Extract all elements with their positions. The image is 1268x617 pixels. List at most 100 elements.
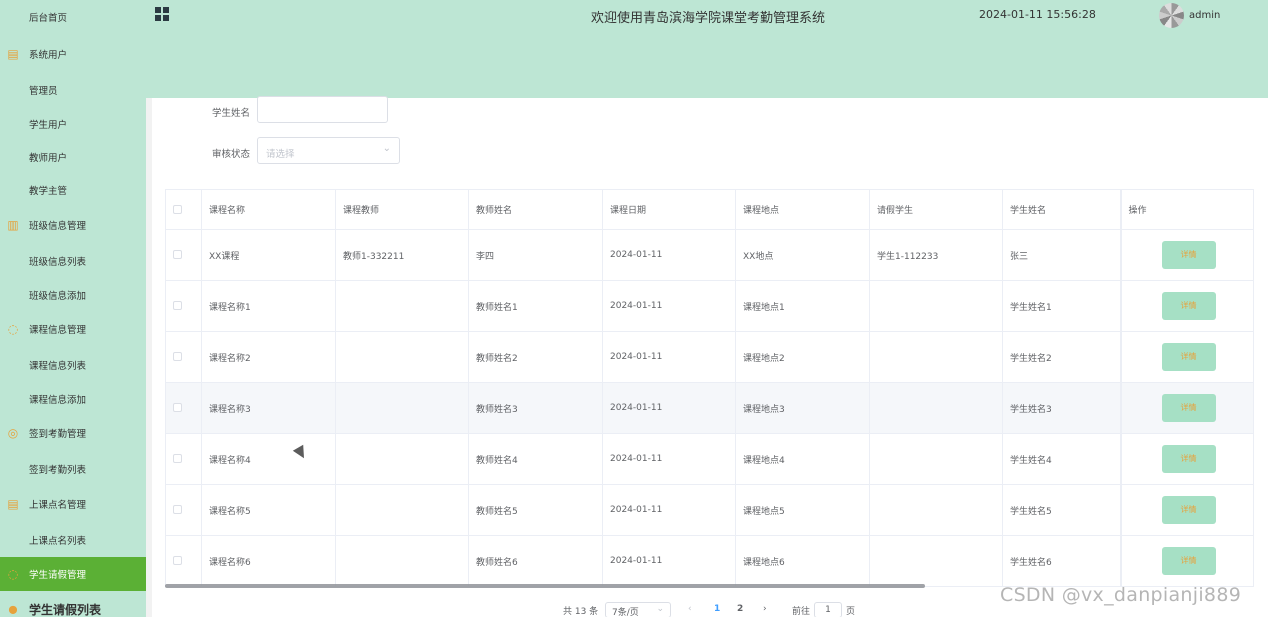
- location-icon: ⬤: [8, 604, 18, 614]
- table-row[interactable]: 课程名称4 教师姓名4 2024-01-11 课程地点4 学生姓名4 详情: [165, 433, 1254, 485]
- row-checkbox[interactable]: [173, 250, 182, 259]
- action-cell: 详情: [1119, 433, 1254, 485]
- table-row[interactable]: 课程名称5 教师姓名5 2024-01-11 课程地点5 学生姓名5 详情: [165, 484, 1254, 536]
- table-cell: 学生姓名5: [1002, 484, 1121, 536]
- table-cell: 课程名称6: [201, 535, 336, 587]
- sidebar-item-label: 班级信息添加: [29, 291, 87, 302]
- sidebar-item-8[interactable]: 班级信息添加: [0, 278, 146, 312]
- horizontal-scrollbar[interactable]: [165, 584, 925, 588]
- bar-chart-icon: ▥: [7, 218, 19, 232]
- sidebar-item-16[interactable]: ◌ 学生请假管理: [0, 557, 146, 591]
- sidebar-item-9[interactable]: ◌ 课程信息管理: [0, 312, 146, 346]
- sidebar-item-label: 上课点名管理: [29, 500, 87, 511]
- sidebar-item-15[interactable]: 上课点名列表: [0, 523, 146, 557]
- detail-button[interactable]: 详情: [1161, 547, 1216, 575]
- user-avatar[interactable]: [1159, 3, 1184, 28]
- table-cell: 学生姓名4: [1002, 433, 1121, 485]
- table-cell: 课程地点1: [735, 280, 870, 332]
- action-cell: 详情: [1119, 229, 1254, 281]
- username[interactable]: admin: [1189, 10, 1220, 21]
- table-cell: 2024-01-11: [602, 382, 736, 434]
- row-checkbox[interactable]: [173, 454, 182, 463]
- row-select-cell: [165, 484, 202, 536]
- row-checkbox[interactable]: [173, 301, 182, 310]
- leave-table: 课程名称 课程教师 教师姓名 课程日期 课程地点 请假学生 学生姓名 操作 XX课程 教师1-3…: [165, 189, 1254, 587]
- page-size-value: 7条/页: [612, 608, 639, 617]
- detail-button[interactable]: 详情: [1161, 343, 1216, 371]
- detail-button[interactable]: 详情: [1161, 394, 1216, 422]
- row-checkbox[interactable]: [173, 352, 182, 361]
- detail-button[interactable]: 详情: [1161, 241, 1216, 269]
- pagination-total: 共 13 条: [563, 607, 599, 617]
- table-row[interactable]: 课程名称1 教师姓名1 2024-01-11 课程地点1 学生姓名1 详情: [165, 280, 1254, 332]
- table-cell: [869, 535, 1003, 587]
- page-2[interactable]: 2: [737, 604, 743, 614]
- table-cell: 教师姓名5: [468, 484, 603, 536]
- table-cell: 教师姓名3: [468, 382, 603, 434]
- table-cell: 教师姓名6: [468, 535, 603, 587]
- row-checkbox[interactable]: [173, 556, 182, 565]
- table-cell: 课程地点6: [735, 535, 870, 587]
- table-row[interactable]: XX课程 教师1-332211 李四 2024-01-11 XX地点 学生1-112233…: [165, 229, 1254, 281]
- action-cell: 详情: [1119, 484, 1254, 536]
- table-cell: 学生姓名6: [1002, 535, 1121, 587]
- table-cell: 教师姓名2: [468, 331, 603, 383]
- table-cell: [869, 382, 1003, 434]
- sidebar-item-6[interactable]: ▥ 班级信息管理: [0, 208, 146, 242]
- document-icon: ▤: [7, 47, 19, 61]
- row-checkbox[interactable]: [173, 403, 182, 412]
- detail-button[interactable]: 详情: [1161, 292, 1216, 320]
- sidebar-item-13[interactable]: 签到考勤列表: [0, 452, 146, 486]
- goto-prefix: 前往: [792, 607, 811, 617]
- table-row[interactable]: 课程名称3 教师姓名3 2024-01-11 课程地点3 学生姓名3 详情: [165, 382, 1254, 434]
- column-header-4: 课程地点: [735, 189, 870, 230]
- column-header-7: 操作: [1119, 189, 1254, 230]
- table-row[interactable]: 课程名称2 教师姓名2 2024-01-11 课程地点2 学生姓名2 详情: [165, 331, 1254, 383]
- sidebar-item-3[interactable]: 学生用户: [0, 107, 146, 141]
- row-select-cell: [165, 280, 202, 332]
- sidebar-item-11[interactable]: 课程信息添加: [0, 382, 146, 416]
- table-cell: 张三: [1002, 229, 1121, 281]
- page-1[interactable]: 1: [714, 604, 720, 614]
- detail-button[interactable]: 详情: [1161, 445, 1216, 473]
- column-header-6: 学生姓名: [1002, 189, 1121, 230]
- table-cell: 课程名称3: [201, 382, 336, 434]
- top-header: 欢迎使用青岛滨海学院课堂考勤管理系统 2024-01-11 15:56:28 a…: [146, 0, 1268, 98]
- sidebar-item-14[interactable]: ▤ 上课点名管理: [0, 487, 146, 521]
- table-cell: 课程名称4: [201, 433, 336, 485]
- status-select[interactable]: 请选择 ⌄: [257, 137, 400, 164]
- sidebar-item-label: 班级信息管理: [29, 221, 87, 232]
- table-cell: 教师1-332211: [335, 229, 469, 281]
- table-cell: XX地点: [735, 229, 870, 281]
- row-select-cell: [165, 433, 202, 485]
- row-checkbox[interactable]: [173, 505, 182, 514]
- student-name-input[interactable]: [257, 96, 388, 123]
- select-all-checkbox[interactable]: [173, 204, 182, 214]
- sidebar-item-12[interactable]: ◎ 签到考勤管理: [0, 416, 146, 450]
- table-cell: 课程名称2: [201, 331, 336, 383]
- sidebar-item-label: 课程信息添加: [29, 395, 87, 406]
- next-page-icon[interactable]: ›: [763, 604, 767, 614]
- sidebar-item-label: 教师用户: [29, 153, 68, 164]
- table-cell: 2024-01-11: [602, 229, 736, 281]
- sidebar-item-1[interactable]: ▤ 系统用户: [0, 37, 146, 71]
- table-cell: 学生姓名2: [1002, 331, 1121, 383]
- action-cell: 详情: [1119, 382, 1254, 434]
- sidebar-item-2[interactable]: 管理员: [0, 73, 146, 107]
- table-cell: 学生1-112233: [869, 229, 1003, 281]
- current-datetime: 2024-01-11 15:56:28: [979, 8, 1096, 21]
- prev-page-icon[interactable]: ‹: [688, 604, 692, 614]
- page-size-select[interactable]: 7条/页 ⌄: [605, 602, 671, 617]
- sidebar-item-7[interactable]: 班级信息列表: [0, 244, 146, 278]
- sidebar-item-10[interactable]: 课程信息列表: [0, 348, 146, 382]
- sidebar-item-17[interactable]: ⬤ 学生请假列表: [0, 592, 146, 617]
- table-cell: [869, 484, 1003, 536]
- table-row[interactable]: 课程名称6 教师姓名6 2024-01-11 课程地点6 学生姓名6 详情: [165, 535, 1254, 587]
- sidebar-item-4[interactable]: 教师用户: [0, 140, 146, 174]
- sidebar-item-0[interactable]: 后台首页: [0, 0, 146, 34]
- goto-page-input[interactable]: 1: [814, 602, 842, 617]
- detail-button[interactable]: 详情: [1161, 496, 1216, 524]
- menu-grid-icon[interactable]: [155, 7, 169, 21]
- table-cell: 2024-01-11: [602, 484, 736, 536]
- sidebar-item-5[interactable]: 教学主管: [0, 173, 146, 207]
